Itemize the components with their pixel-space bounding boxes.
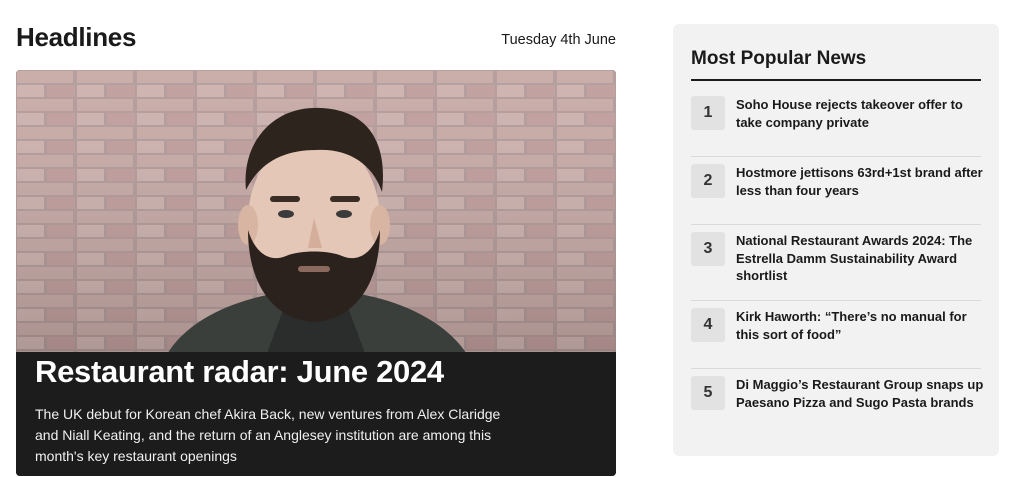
date-label: Tuesday 4th June — [501, 32, 616, 48]
popular-headline[interactable]: Kirk Haworth: “There’s no manual for thi… — [736, 308, 984, 343]
featured-article-summary: The UK debut for Korean chef Akira Back,… — [35, 406, 501, 464]
popular-headline[interactable]: National Restaurant Awards 2024: The Est… — [736, 232, 984, 285]
chef-portrait-photo — [16, 70, 616, 356]
list-divider — [691, 156, 981, 157]
list-divider — [691, 368, 981, 369]
headlines-header: Headlines Tuesday 4th June — [16, 20, 616, 56]
title-divider — [691, 79, 981, 81]
list-divider — [691, 224, 981, 225]
rank-badge: 5 — [691, 376, 725, 410]
section-title: Headlines — [16, 22, 137, 52]
featured-article-caption: Restaurant radar: June 2024 The UK debut… — [16, 352, 616, 476]
popular-headline[interactable]: Di Maggio’s Restaurant Group snaps up Pa… — [736, 376, 984, 411]
rank-badge: 3 — [691, 232, 725, 266]
list-divider — [691, 300, 981, 301]
popular-headline[interactable]: Soho House rejects takeover offer to tak… — [736, 96, 984, 131]
featured-article-title[interactable]: Restaurant radar: June 2024 — [35, 354, 444, 390]
most-popular-panel: Most Popular News 1 Soho House rejects t… — [673, 24, 999, 456]
most-popular-title: Most Popular News — [691, 48, 867, 69]
featured-article-card[interactable]: Restaurant radar: June 2024 The UK debut… — [16, 70, 616, 476]
popular-headline[interactable]: Hostmore jettisons 63rd+1st brand after … — [736, 164, 984, 199]
featured-article-image[interactable] — [16, 70, 616, 356]
page: Headlines Tuesday 4th June Restaurant ra… — [0, 0, 1024, 477]
rank-badge: 4 — [691, 308, 725, 342]
rank-badge: 1 — [691, 96, 725, 130]
rank-badge: 2 — [691, 164, 725, 198]
